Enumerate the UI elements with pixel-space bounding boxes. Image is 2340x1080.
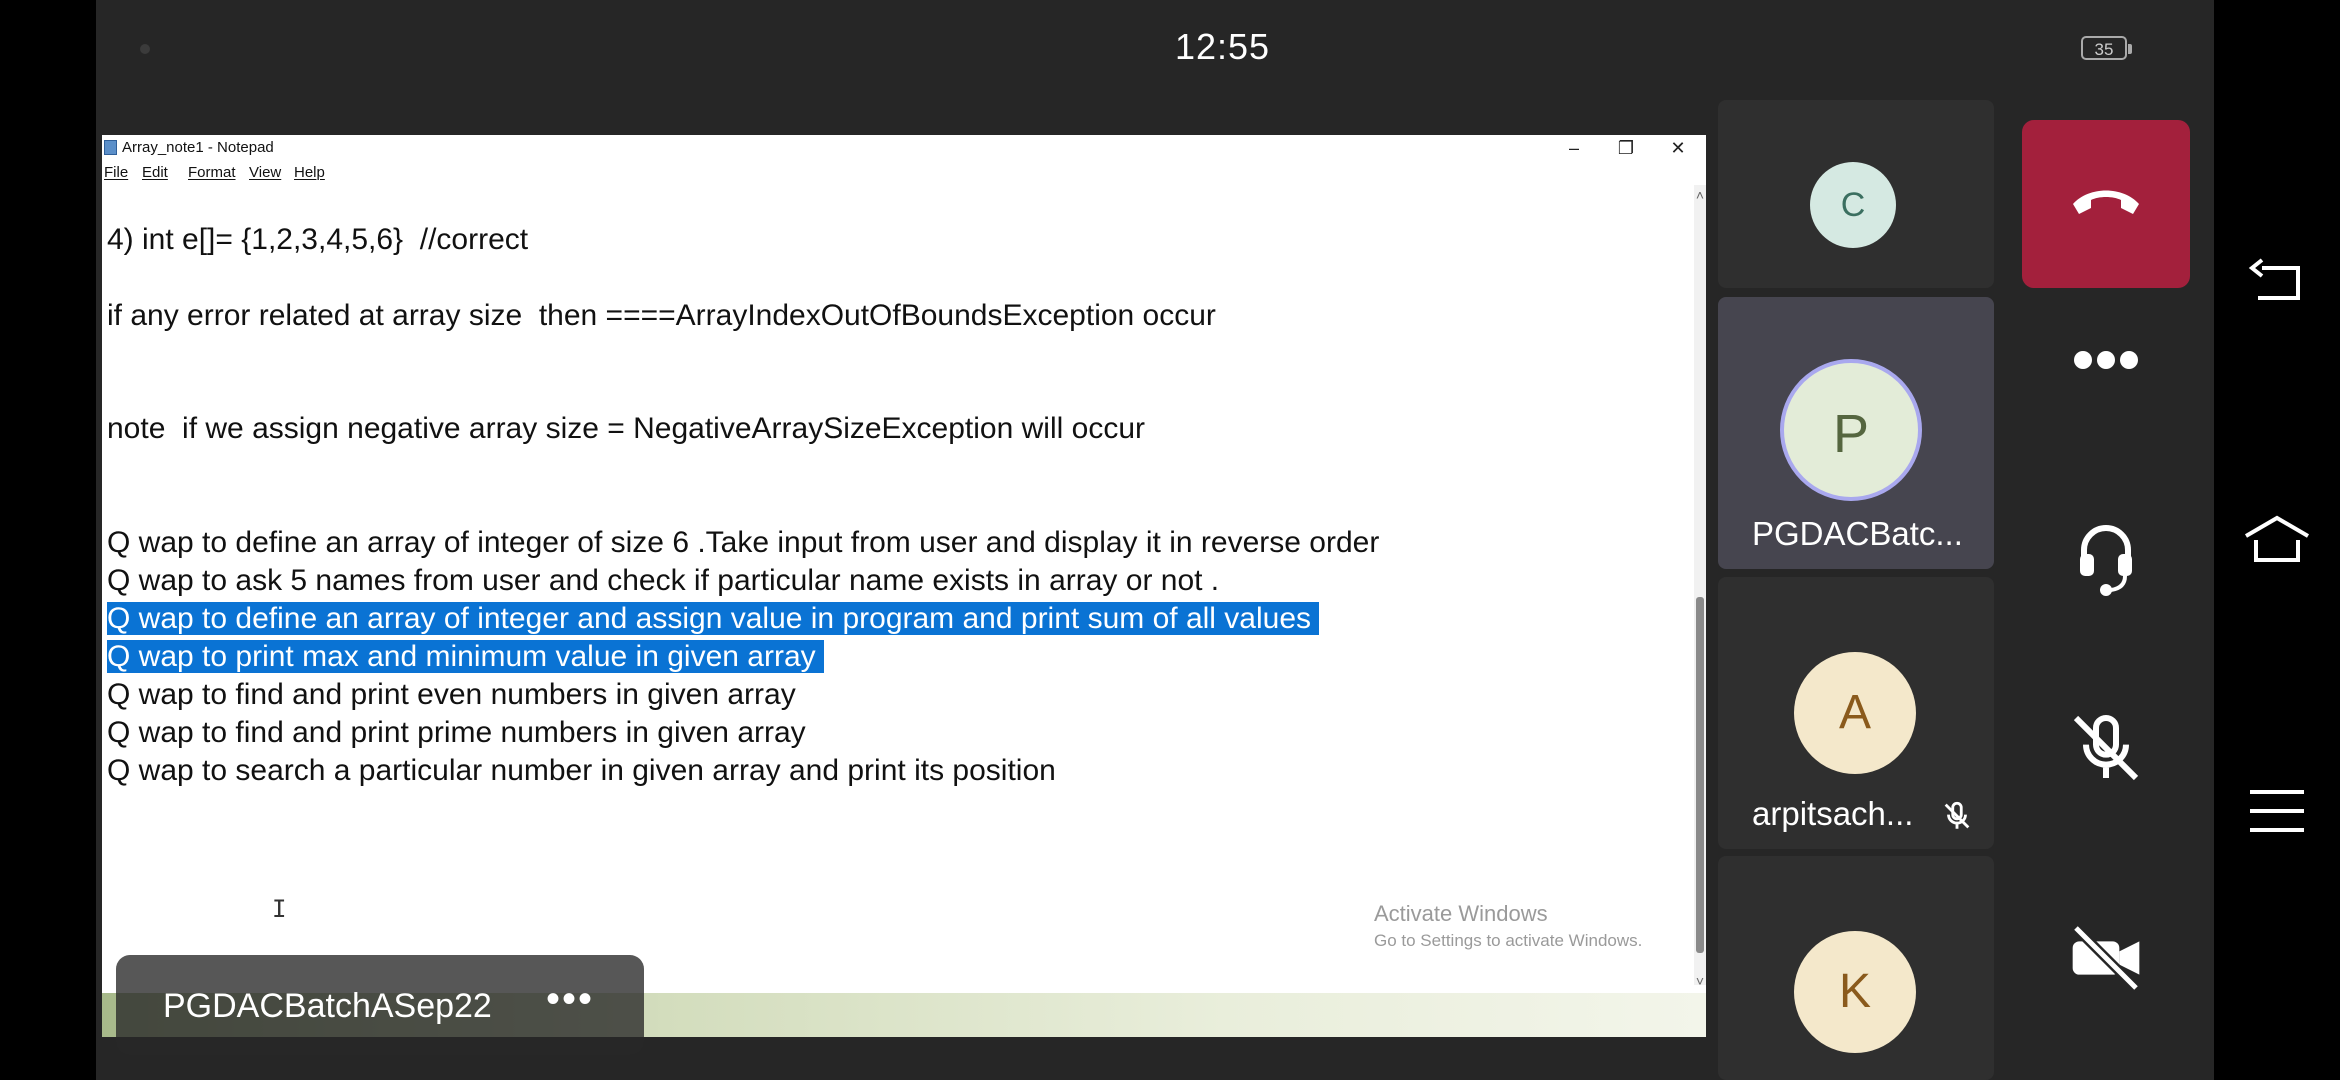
- text-line: Q wap to find and print prime numbers in…: [107, 716, 806, 749]
- ibeam-cursor-icon: I: [272, 895, 287, 923]
- menu-view: View: [249, 164, 282, 181]
- home-icon: [2244, 515, 2310, 562]
- menu-file: File: [104, 164, 129, 181]
- text-line: Q wap to find and print even numbers in …: [107, 678, 796, 711]
- home-button[interactable]: [2240, 502, 2314, 576]
- shared-screen-notepad: Array_note1 - Notepad – ❐ ✕ File Edit Fo…: [102, 135, 1706, 1037]
- headset-icon: [2080, 525, 2132, 596]
- recents-button[interactable]: [2240, 774, 2314, 848]
- microphone-button[interactable]: [1998, 708, 2214, 818]
- notepad-title: Array_note1 - Notepad: [122, 139, 274, 156]
- activate-title: Activate Windows: [1374, 901, 1548, 926]
- battery-icon: 35: [2081, 36, 2132, 60]
- camera-button[interactable]: [1998, 918, 2214, 1028]
- clock: 12:55: [1174, 26, 1271, 67]
- text-line: Q wap to search a particular number in g…: [107, 754, 1056, 787]
- selected-text: Q wap to define an array of integer and …: [107, 602, 1320, 635]
- participant-tile[interactable]: A arpitsach...: [1718, 577, 1994, 849]
- notepad-icon: [104, 140, 117, 155]
- avatar: A: [1794, 652, 1916, 774]
- avatar: K: [1794, 931, 1916, 1053]
- navigation-bar: [2214, 0, 2340, 1080]
- participant-tile-speaking[interactable]: P PGDACBatc...: [1718, 297, 1994, 569]
- audio-button[interactable]: [1998, 518, 2214, 628]
- phone-screen: 12:55 35 Array_note1 - Notepad – ❐ ✕ Fil…: [96, 0, 2214, 1080]
- back-button[interactable]: [2240, 248, 2314, 322]
- text-line: if any error related at array size then …: [107, 299, 1216, 332]
- hang-up-button[interactable]: [2022, 120, 2190, 288]
- scrollbar-thumb: [1696, 597, 1704, 953]
- mic-muted-icon: [2073, 715, 2139, 781]
- activate-windows-watermark: Activate Windows Go to Settings to activ…: [1374, 901, 1642, 951]
- participant-tile[interactable]: C: [1718, 100, 1994, 288]
- text-line: note if we assign negative array size = …: [107, 412, 1145, 445]
- minimize-icon: –: [1568, 138, 1579, 158]
- participant-name: arpitsach...: [1752, 795, 1914, 832]
- text-line: 4) int e[]= {1,2,3,4,5,6} //correct: [107, 223, 529, 256]
- selected-text: Q wap to print max and minimum value in …: [107, 640, 824, 673]
- text-line-selected: Q wap to define an array of integer and …: [107, 601, 1320, 637]
- presenter-name-tag[interactable]: PGDACBatchASep22 •••: [116, 955, 644, 1055]
- text-line: Q wap to ask 5 names from user and check…: [107, 564, 1220, 597]
- more-options-button[interactable]: [1998, 328, 2214, 438]
- participant-name: PGDACBatc...: [1752, 515, 1963, 552]
- scroll-up-icon: ˄: [1695, 187, 1705, 203]
- menu-edit: Edit: [142, 164, 168, 181]
- activate-subtitle: Go to Settings to activate Windows.: [1374, 931, 1643, 950]
- avatar: C: [1810, 162, 1896, 248]
- more-icon: [2074, 351, 2138, 369]
- scroll-down-icon: ˅: [1695, 973, 1705, 989]
- mic-muted-icon: [1944, 801, 1970, 829]
- menu-icon: [2250, 790, 2304, 832]
- presenter-name: PGDACBatchASep22: [163, 987, 492, 1025]
- back-icon: [2248, 258, 2300, 300]
- text-line: Q wap to define an array of integer of s…: [107, 526, 1380, 559]
- text-line-selected: Q wap to print max and minimum value in …: [107, 639, 824, 675]
- call-controls: [1998, 98, 2214, 1080]
- participant-tile[interactable]: K: [1718, 856, 1994, 1080]
- status-bar: 12:55 35: [96, 0, 2214, 98]
- camera-off-icon: [2072, 924, 2140, 992]
- notepad-menubar: File Edit Format View Help: [102, 161, 1706, 185]
- menu-format: Format: [188, 164, 236, 181]
- close-icon: ✕: [1670, 138, 1686, 158]
- avatar: P: [1780, 359, 1922, 501]
- notification-dot: [140, 44, 150, 54]
- notepad-titlebar: Array_note1 - Notepad – ❐ ✕: [102, 135, 1706, 161]
- phone-hangup-icon: [2073, 190, 2139, 214]
- restore-icon: ❐: [1617, 138, 1635, 158]
- menu-help: Help: [294, 164, 325, 181]
- more-icon[interactable]: •••: [546, 977, 594, 1022]
